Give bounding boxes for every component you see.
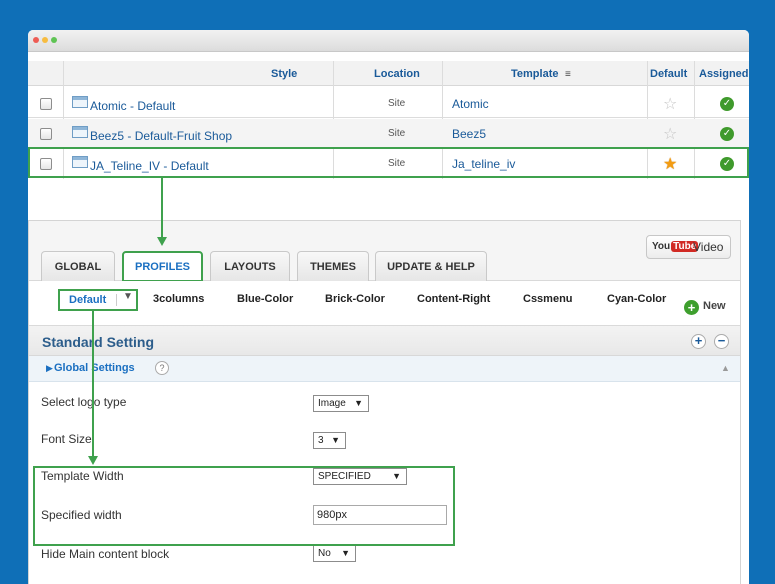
- profile-cyan-color[interactable]: Cyan-Color: [607, 293, 666, 305]
- connector-line: [92, 310, 94, 456]
- standard-setting-title: Standard Setting: [42, 334, 155, 350]
- video-button-label: Video: [693, 240, 724, 254]
- maximize-dot-icon[interactable]: [51, 37, 57, 43]
- template-name-link[interactable]: Beez5: [452, 127, 486, 141]
- new-profile-button[interactable]: + New: [684, 300, 726, 315]
- default-star-icon[interactable]: ☆: [663, 124, 677, 144]
- table-header: Style Location Template ≡ Default Assign…: [28, 61, 749, 86]
- expand-all-icon[interactable]: +: [691, 334, 706, 349]
- column-header-default[interactable]: Default: [650, 61, 687, 86]
- collapse-all-icon[interactable]: −: [714, 334, 729, 349]
- template-manager-panel: GLOBAL PROFILES LAYOUTS THEMES UPDATE & …: [28, 220, 741, 584]
- template-thumbnail-icon: [72, 126, 88, 138]
- font-size-label: Font Size: [41, 432, 92, 446]
- template-name-link[interactable]: Atomic: [452, 97, 489, 111]
- add-icon: +: [684, 300, 699, 315]
- location-cell: Site: [388, 128, 406, 139]
- sort-icon[interactable]: ≡: [565, 62, 571, 87]
- arrow-down-icon: [157, 237, 167, 246]
- template-thumbnail-icon: [72, 96, 88, 108]
- tab-global[interactable]: GLOBAL: [41, 251, 115, 281]
- template-thumbnail-icon: [72, 156, 88, 168]
- row-checkbox[interactable]: [40, 158, 52, 170]
- assigned-check-icon: ✓: [720, 127, 734, 141]
- location-cell: Site: [388, 98, 406, 109]
- font-size-select[interactable]: 3 ▼: [313, 432, 346, 449]
- style-name-link[interactable]: Atomic - Default: [90, 99, 175, 113]
- table-row: Beez5 - Default-Fruit Shop Site Beez5 ☆ …: [28, 119, 749, 148]
- standard-setting-header: Standard Setting + −: [29, 326, 740, 356]
- collapse-arrow-icon[interactable]: ▲: [721, 363, 730, 373]
- dropdown-divider: [116, 294, 117, 306]
- row-checkbox[interactable]: [40, 128, 52, 140]
- column-header-assigned[interactable]: Assigned: [699, 61, 749, 86]
- settings-form: Select logo type Image ▼ Font Size 3 ▼ Tem…: [29, 382, 740, 584]
- profile-content-right[interactable]: Content-Right: [417, 293, 490, 305]
- logo-type-select[interactable]: Image ▼: [313, 395, 369, 412]
- template-width-label: Template Width: [41, 469, 124, 483]
- table-row: Atomic - Default Site Atomic ☆ ✓: [28, 89, 749, 118]
- window-titlebar: [28, 30, 749, 52]
- hide-main-content-select[interactable]: No ▼: [313, 545, 356, 562]
- close-dot-icon[interactable]: [33, 37, 39, 43]
- youtube-logo-icon: You Tube: [652, 241, 699, 252]
- tab-update-help[interactable]: UPDATE & HELP: [375, 251, 487, 281]
- default-star-icon[interactable]: ★: [663, 154, 677, 174]
- template-width-select[interactable]: SPECIFIED ▼: [313, 468, 407, 485]
- tab-profiles[interactable]: PROFILES: [122, 251, 203, 282]
- video-button[interactable]: You Tube Video: [646, 235, 731, 259]
- specified-width-label: Specified width: [41, 508, 122, 522]
- default-star-icon[interactable]: ☆: [663, 94, 677, 114]
- profile-brick-color[interactable]: Brick-Color: [325, 293, 385, 305]
- tab-themes[interactable]: THEMES: [297, 251, 369, 281]
- chevron-down-icon: ▼: [392, 471, 401, 481]
- style-name-link[interactable]: JA_Teline_IV - Default: [90, 159, 209, 173]
- chevron-down-icon: ▼: [341, 548, 350, 558]
- profile-blue-color[interactable]: Blue-Color: [237, 293, 293, 305]
- help-icon[interactable]: ?: [155, 361, 169, 375]
- profile-default-label: Default: [69, 294, 107, 306]
- chevron-down-icon[interactable]: ▼: [123, 291, 133, 302]
- location-cell: Site: [388, 158, 406, 169]
- column-header-style[interactable]: Style: [271, 61, 297, 86]
- browser-window: Style Location Template ≡ Default Assign…: [28, 30, 749, 584]
- arrow-down-icon: [88, 456, 98, 465]
- assigned-check-icon: ✓: [720, 157, 734, 171]
- global-settings-label: Global Settings: [54, 362, 135, 374]
- profile-default-dropdown[interactable]: Default ▼: [58, 289, 138, 311]
- assigned-check-icon: ✓: [720, 97, 734, 111]
- tab-layouts[interactable]: LAYOUTS: [210, 251, 290, 281]
- profile-cssmenu[interactable]: Cssmenu: [523, 293, 573, 305]
- table-row: JA_Teline_IV - Default Site Ja_teline_iv…: [28, 149, 749, 178]
- connector-line: [161, 178, 163, 237]
- minimize-dot-icon[interactable]: [42, 37, 48, 43]
- profiles-bar: Default ▼ 3columns Blue-Color Brick-Colo…: [29, 281, 740, 326]
- template-name-link[interactable]: Ja_teline_iv: [452, 157, 515, 171]
- hide-main-content-label: Hide Main content block: [41, 547, 170, 561]
- tab-bar: GLOBAL PROFILES LAYOUTS THEMES UPDATE & …: [29, 221, 740, 282]
- profile-3columns[interactable]: 3columns: [153, 293, 204, 305]
- column-header-template[interactable]: Template: [511, 61, 558, 86]
- specified-width-input[interactable]: 980px: [313, 505, 447, 525]
- expand-arrow-icon: ▶: [46, 363, 53, 373]
- global-settings-section[interactable]: ▶ Global Settings ? ▲: [29, 356, 740, 382]
- logo-type-label: Select logo type: [41, 395, 127, 409]
- chevron-down-icon: ▼: [331, 435, 340, 445]
- row-checkbox[interactable]: [40, 98, 52, 110]
- chevron-down-icon: ▼: [354, 398, 363, 408]
- column-header-location[interactable]: Location: [374, 61, 420, 86]
- style-name-link[interactable]: Beez5 - Default-Fruit Shop: [90, 129, 232, 143]
